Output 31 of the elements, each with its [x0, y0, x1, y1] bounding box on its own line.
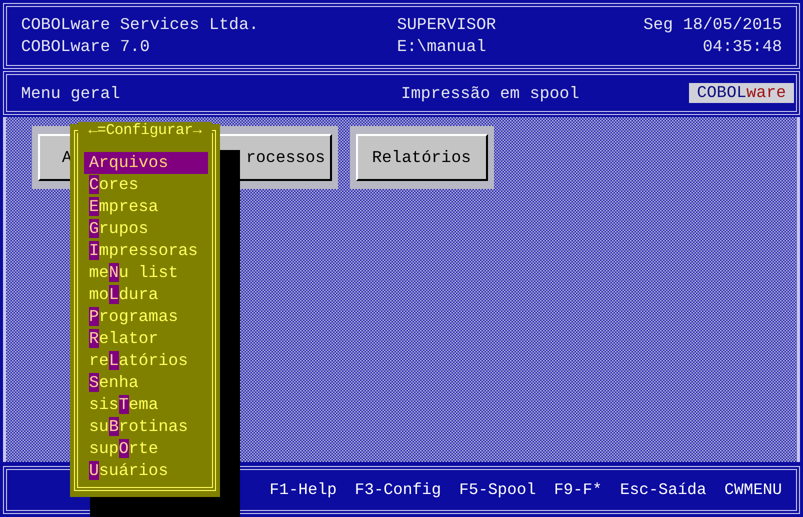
menu-item[interactable]: Programas — [84, 306, 208, 328]
menu-item[interactable]: reLatórios — [84, 350, 208, 372]
menu-item[interactable]: meNu list — [84, 262, 208, 284]
function-key-hint[interactable]: F9-F* — [554, 481, 602, 499]
menu-item[interactable]: Relator — [84, 328, 208, 350]
user-name: SUPERVISOR — [397, 15, 498, 35]
function-key-hint[interactable]: F1-Help — [270, 481, 337, 499]
function-key-hint[interactable]: Esc-Saída — [620, 481, 706, 499]
menu-item[interactable]: Senha — [84, 372, 208, 394]
function-key-hint[interactable]: CWMENU — [724, 481, 782, 499]
menu-item[interactable]: Arquivos — [84, 152, 208, 174]
date-text: Seg 18/05/2015 — [643, 15, 782, 35]
menu-item[interactable]: Impressoras — [84, 240, 208, 262]
company-name: COBOLware Services Ltda. — [21, 15, 260, 35]
menu-title: ←=Configurar→ — [78, 122, 212, 140]
menu-item[interactable]: moLdura — [84, 284, 208, 306]
time-text: 04:35:48 — [702, 37, 782, 57]
menu-item[interactable]: Usuários — [84, 460, 208, 482]
function-key-hint[interactable]: F5-Spool — [459, 481, 536, 499]
menu-item[interactable]: Empresa — [84, 196, 208, 218]
menu-title: Menu geral — [21, 84, 122, 102]
menu-button[interactable]: Relatórios — [356, 134, 488, 181]
menu-item[interactable]: suBrotinas — [84, 416, 208, 438]
status-text: Impressão em spool — [401, 84, 580, 102]
product-version: COBOLware 7.0 — [21, 37, 151, 57]
menu-item[interactable]: supOrte — [84, 438, 208, 460]
menu-item[interactable]: Grupos — [84, 218, 208, 240]
menu-item[interactable]: sisTema — [84, 394, 208, 416]
logo-badge: COBOLware — [688, 83, 794, 103]
function-key-hint[interactable]: F3-Config — [354, 481, 442, 499]
path-text: E:\manual — [397, 37, 488, 57]
